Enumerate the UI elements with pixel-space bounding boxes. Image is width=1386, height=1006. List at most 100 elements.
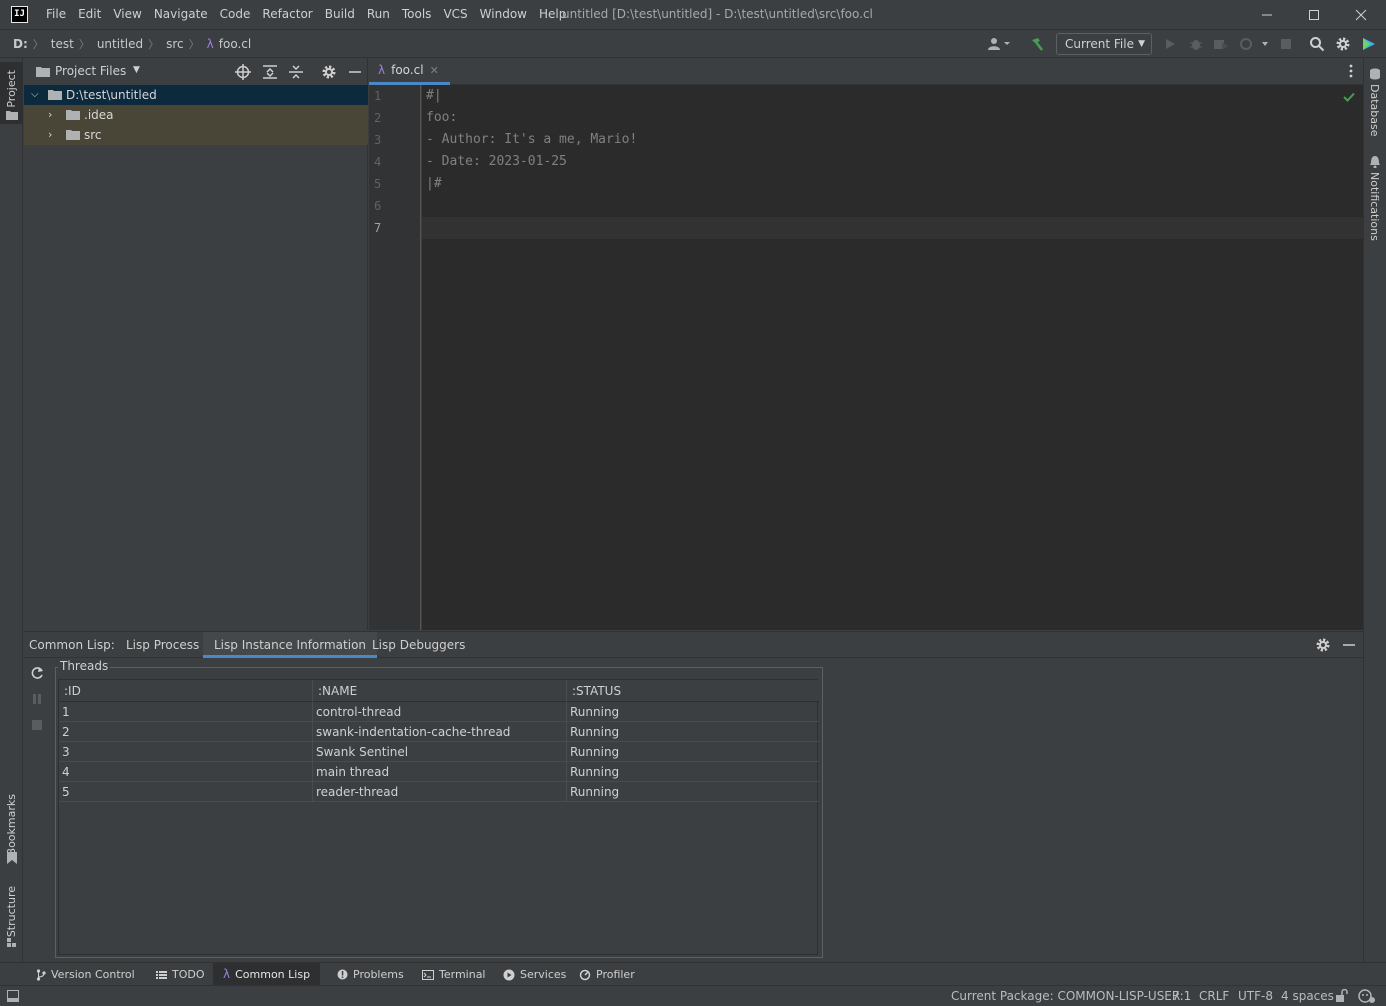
problems-tool-button[interactable]: Problems <box>331 963 410 986</box>
chevron-down-icon[interactable]: ⌵ <box>31 85 39 105</box>
tab-lisp-process[interactable]: Lisp Process <box>126 632 199 658</box>
menu-file[interactable]: File <box>46 0 72 29</box>
tab-lisp-debuggers[interactable]: Lisp Debuggers <box>372 632 465 658</box>
services-tool-button[interactable]: Services <box>497 963 572 986</box>
project-view-selector[interactable]: Project Files <box>55 58 126 85</box>
column-header-id[interactable]: :ID <box>59 680 313 702</box>
maximize-button[interactable] <box>1291 0 1337 29</box>
file-encoding[interactable]: UTF-8 <box>1238 986 1273 1006</box>
chevron-right-icon[interactable]: › <box>48 105 52 125</box>
right-tool-stripe: Database Notifications <box>1363 58 1386 962</box>
database-tab-label: Database <box>1368 84 1381 137</box>
column-header-name[interactable]: :NAME <box>313 680 567 702</box>
breadcrumb-untitled[interactable]: untitled <box>97 37 143 51</box>
tab-lisp-instance-information[interactable]: Lisp Instance Information <box>203 632 378 658</box>
line-separator[interactable]: CRLF <box>1199 986 1229 1006</box>
user-menu-button[interactable] <box>986 34 1012 54</box>
minimize-button[interactable] <box>1244 0 1290 29</box>
stop-button[interactable] <box>1276 34 1296 54</box>
refresh-button[interactable] <box>30 666 44 680</box>
structure-tool-button[interactable]: Structure <box>0 882 23 952</box>
terminal-tool-button[interactable]: Terminal <box>416 963 492 986</box>
hide-tool-window-button[interactable] <box>1342 638 1356 652</box>
jetbrains-toolbox-button[interactable] <box>1359 34 1379 54</box>
todo-label: TODO <box>172 968 205 981</box>
run-with-coverage-button[interactable] <box>1211 34 1231 54</box>
database-tool-button[interactable]: Database <box>1364 64 1386 144</box>
tool-window-options-button[interactable] <box>1315 637 1331 653</box>
select-opened-file-button[interactable] <box>234 63 252 81</box>
read-only-toggle[interactable] <box>1335 989 1349 1003</box>
pause-button[interactable] <box>30 692 44 706</box>
toggle-tool-windows-button[interactable] <box>7 990 19 1002</box>
close-tab-icon[interactable]: ✕ <box>430 64 439 77</box>
version-control-tool-button[interactable]: Version Control <box>30 963 141 986</box>
breadcrumb-test[interactable]: test <box>51 37 74 51</box>
debug-button[interactable] <box>1186 34 1206 54</box>
no-problems-check-icon[interactable] <box>1343 92 1355 102</box>
common-lisp-label: Common Lisp <box>235 968 311 981</box>
menu-code[interactable]: Code <box>220 0 257 29</box>
menu-tools[interactable]: Tools <box>402 0 438 29</box>
table-row[interactable]: 1 control-thread Running <box>59 702 819 722</box>
cell-name: Swank Sentinel <box>313 742 567 762</box>
notifications-tool-button[interactable]: Notifications <box>1364 154 1386 241</box>
run-button[interactable] <box>1160 34 1180 54</box>
menu-refactor[interactable]: Refactor <box>262 0 318 29</box>
editor-tab-options-button[interactable] <box>1345 63 1357 79</box>
menu-run[interactable]: Run <box>367 0 396 29</box>
build-button[interactable] <box>1027 34 1047 54</box>
profile-menu-button[interactable] <box>1236 34 1272 54</box>
stop-thread-button[interactable] <box>30 718 44 732</box>
cell-id: 5 <box>59 782 313 802</box>
common-lisp-tool-button[interactable]: λ Common Lisp <box>213 963 321 986</box>
chevron-down-icon[interactable]: ▼ <box>133 65 140 75</box>
menu-view[interactable]: View <box>113 0 147 29</box>
cell-name: main thread <box>313 762 567 782</box>
table-row[interactable]: 4 main thread Running <box>59 762 819 782</box>
menu-build[interactable]: Build <box>325 0 361 29</box>
profiler-tool-button[interactable]: Profiler <box>573 963 641 986</box>
indent-setting[interactable]: 4 spaces <box>1281 986 1334 1006</box>
menu-navigate[interactable]: Navigate <box>154 0 214 29</box>
expand-all-button[interactable] <box>261 63 279 81</box>
profiler-label: Profiler <box>596 968 635 981</box>
column-header-status[interactable]: :STATUS <box>567 680 819 702</box>
chevron-right-icon[interactable]: › <box>48 125 52 145</box>
tree-item-root[interactable]: ⌵ D:\test\untitled <box>24 85 368 105</box>
code-editor[interactable]: #| foo: - Author: It's a me, Mario! - Da… <box>422 85 1363 630</box>
close-window-button[interactable] <box>1338 0 1384 29</box>
gear-icon <box>1316 638 1330 652</box>
toolbox-icon <box>1363 38 1375 50</box>
current-line-highlight <box>422 217 1363 239</box>
app-logo-icon[interactable]: IJ <box>11 6 28 23</box>
minimize-icon <box>1343 644 1355 646</box>
menu-edit[interactable]: Edit <box>78 0 107 29</box>
menu-window[interactable]: Window <box>480 0 533 29</box>
inspection-widget[interactable] <box>1358 988 1376 1004</box>
caret-position[interactable]: 7:1 <box>1172 986 1191 1006</box>
run-configuration-select[interactable]: Current File ▼ <box>1056 33 1152 55</box>
table-row[interactable]: 5 reader-thread Running <box>59 782 819 802</box>
editor-tab-foo-cl[interactable]: λ foo.cl ✕ <box>369 58 450 85</box>
current-package[interactable]: Current Package: COMMON-LISP-USER <box>951 986 1180 1006</box>
todo-tool-button[interactable]: TODO <box>150 963 211 986</box>
project-tool-button[interactable]: Project <box>0 62 23 124</box>
breadcrumb-src[interactable]: src <box>166 37 184 51</box>
breadcrumb-file[interactable]: foo.cl <box>219 37 251 51</box>
search-everywhere-button[interactable] <box>1307 34 1327 54</box>
menu-vcs[interactable]: VCS <box>443 0 473 29</box>
project-options-button[interactable] <box>320 63 338 81</box>
collapse-all-button[interactable] <box>287 63 305 81</box>
tree-item-idea[interactable]: › .idea <box>24 105 368 125</box>
hide-panel-button[interactable] <box>346 63 364 81</box>
settings-button[interactable] <box>1333 34 1353 54</box>
profiler-icon <box>579 969 591 980</box>
tree-item-src[interactable]: › src <box>24 125 368 145</box>
table-row[interactable]: 2 swank-indentation-cache-thread Running <box>59 722 819 742</box>
threads-group-label: Threads <box>58 659 111 673</box>
threads-table[interactable]: :ID :NAME :STATUS 1 control-thread Runni… <box>58 679 819 955</box>
table-row[interactable]: 3 Swank Sentinel Running <box>59 742 819 762</box>
breadcrumb-drive[interactable]: D: <box>13 37 28 51</box>
bookmarks-tool-button[interactable]: Bookmarks <box>0 788 23 868</box>
